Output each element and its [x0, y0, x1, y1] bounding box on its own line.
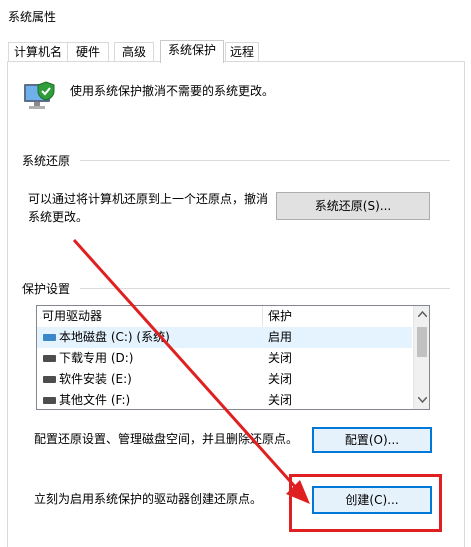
tab-system-protection[interactable]: 系统保护	[160, 40, 224, 63]
annotation-arrow-icon	[72, 238, 310, 504]
